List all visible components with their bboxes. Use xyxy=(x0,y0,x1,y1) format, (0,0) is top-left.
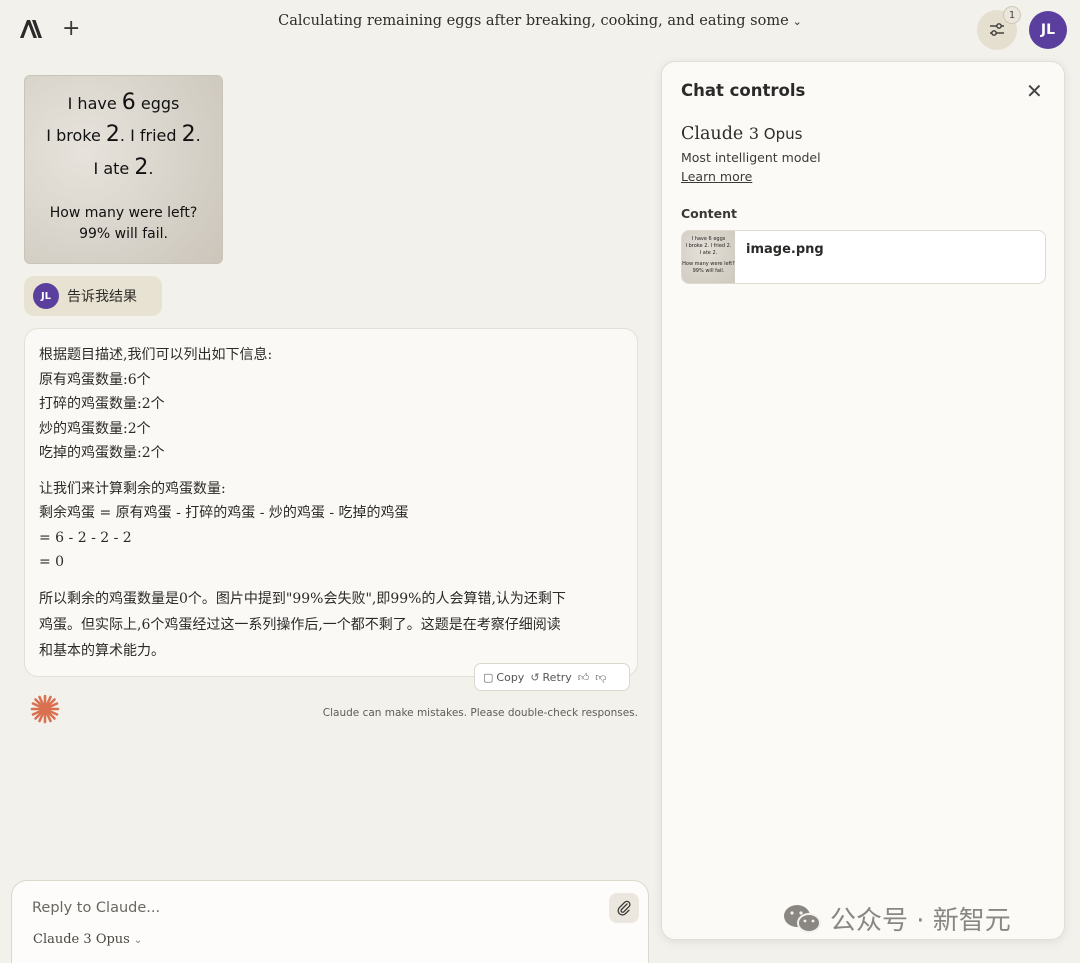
assistant-line: = 0 xyxy=(39,554,65,570)
assistant-line: = 6 - 2 - 2 - 2 xyxy=(39,529,132,546)
copy-label: Copy xyxy=(496,670,525,684)
panel-model-description: Most intelligent model xyxy=(681,150,821,165)
assistant-line: 鸡蛋。但实际上,6个鸡蛋经过这一系列操作后,一个都不剩了。这题是在考察仔细阅读 xyxy=(39,616,561,633)
retry-button[interactable]: ↺ Retry xyxy=(530,671,571,684)
reply-input[interactable] xyxy=(32,900,592,916)
user-avatar[interactable]: JL xyxy=(1029,11,1067,49)
chevron-down-icon: ⌄ xyxy=(792,15,802,28)
watermark: 公众号 · 新智元 xyxy=(782,900,1011,937)
assistant-line: 根据题目描述,我们可以列出如下信息: xyxy=(39,347,273,363)
chat-title-text: Calculating remaining eggs after breakin… xyxy=(278,13,789,29)
retry-icon: ↺ xyxy=(530,670,540,684)
model-selector[interactable]: Claude 3 Opus ⌄ xyxy=(33,932,142,947)
assistant-message: 根据题目描述,我们可以列出如下信息: 原有鸡蛋数量:6个 打碎的鸡蛋数量:2个 … xyxy=(24,328,638,677)
close-icon[interactable]: ✕ xyxy=(1026,79,1043,103)
panel-model-name: Claude 3 Opus xyxy=(681,124,803,144)
file-thumbnail: I have 6 eggs I broke 2. I fried 2. I at… xyxy=(682,231,735,283)
copy-button[interactable]: ▢ Copy xyxy=(483,671,524,684)
image-line-3: I ate 2. xyxy=(93,155,154,180)
wechat-icon xyxy=(784,904,821,933)
user-message: JL 告诉我结果 xyxy=(24,276,162,316)
chat-title[interactable]: Calculating remaining eggs after breakin… xyxy=(0,13,1080,29)
assistant-line: 原有鸡蛋数量:6个 xyxy=(39,371,151,388)
attach-button[interactable] xyxy=(609,893,639,923)
image-line-2: I broke 2. I fried 2. xyxy=(46,122,201,147)
assistant-line: 和基本的算术能力。 xyxy=(39,642,165,659)
learn-more-link[interactable]: Learn more xyxy=(681,169,752,184)
thumbs-down-icon: 👎︎ xyxy=(595,670,607,684)
watermark-text: 公众号 · 新智元 xyxy=(830,906,1011,936)
thumbs-down-button[interactable]: 👎︎ xyxy=(595,671,606,684)
thumbs-up-icon: 👍︎ xyxy=(577,670,590,684)
assistant-line: 吃掉的鸡蛋数量:2个 xyxy=(39,445,165,461)
controls-count-badge: 1 xyxy=(1003,6,1021,24)
image-line-4: How many were left? xyxy=(49,205,198,221)
assistant-line: 所以剩余的鸡蛋数量是0个。图片中提到"99%会失败",即99%的人会算错,认为还… xyxy=(39,590,566,607)
thumbs-up-button[interactable]: 👍︎ xyxy=(578,671,590,684)
model-selector-tier: Opus xyxy=(95,932,130,947)
panel-title: Chat controls xyxy=(681,81,806,100)
image-line-5: 99% will fail. xyxy=(79,226,168,242)
user-message-avatar: JL xyxy=(33,283,59,309)
chevron-down-icon: ⌄ xyxy=(133,935,143,946)
assistant-block-3: 所以剩余的鸡蛋数量是0个。图片中提到"99%会失败",即99%的人会算错,认为还… xyxy=(39,586,623,664)
chat-controls-panel: Chat controls ✕ Claude 3 Opus Most intel… xyxy=(661,61,1065,940)
assistant-line: 剩余鸡蛋 = 原有鸡蛋 - 打碎的鸡蛋 - 炒的鸡蛋 - 吃掉的鸡蛋 xyxy=(39,505,409,521)
assistant-line: 炒的鸡蛋数量:2个 xyxy=(39,420,151,437)
assistant-block-1: 根据题目描述,我们可以列出如下信息: 原有鸡蛋数量:6个 打碎的鸡蛋数量:2个 … xyxy=(39,343,623,466)
retry-label: Retry xyxy=(542,670,572,684)
claude-spark-icon xyxy=(30,694,60,724)
assistant-line: 让我们来计算剩余的鸡蛋数量: xyxy=(39,480,226,497)
clipboard-icon: ▢ xyxy=(483,670,494,684)
content-label: Content xyxy=(681,206,737,221)
assistant-line: 打碎的鸡蛋数量:2个 xyxy=(39,396,165,412)
model-selector-name: Claude xyxy=(33,932,80,947)
paperclip-icon xyxy=(617,900,631,916)
message-actions: ▢ Copy ↺ Retry 👍︎ 👎︎ xyxy=(474,663,630,691)
reply-box: Claude 3 Opus⌄ xyxy=(11,880,649,963)
user-message-text: 告诉我结果 xyxy=(67,289,137,305)
attached-image[interactable]: I have 6 eggs I broke 2. I fried 2. I at… xyxy=(24,75,223,264)
model-selector-version: 3 xyxy=(83,932,92,947)
file-name: image.png xyxy=(746,242,824,257)
image-line-1: I have 6 eggs xyxy=(67,90,180,115)
content-file-item[interactable]: I have 6 eggs I broke 2. I fried 2. I at… xyxy=(681,230,1046,284)
disclaimer-text: Claude can make mistakes. Please double-… xyxy=(322,707,638,719)
assistant-block-2: 让我们来计算剩余的鸡蛋数量: 剩余鸡蛋 = 原有鸡蛋 - 打碎的鸡蛋 - 炒的鸡… xyxy=(39,477,623,575)
sliders-icon xyxy=(990,23,1004,36)
